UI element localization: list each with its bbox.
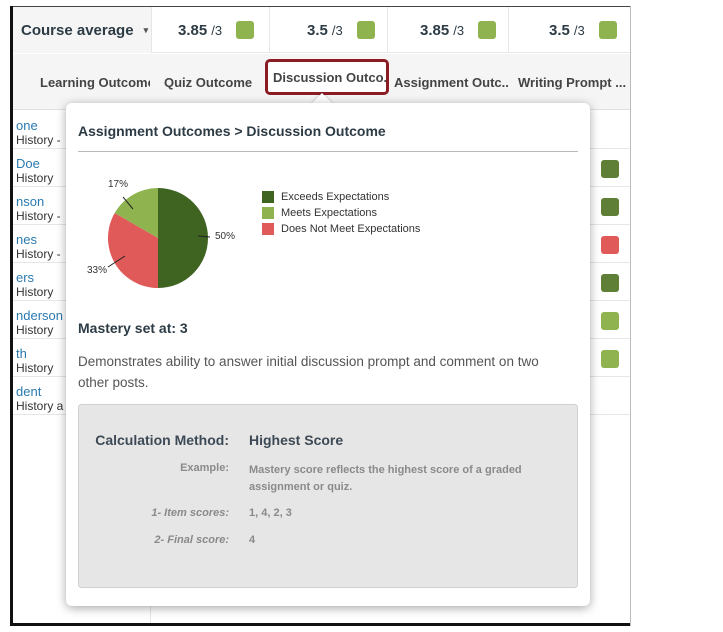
pie-label-meets: 17% [108,179,129,190]
item-scores-label: 1- Item scores: [151,507,229,519]
legend-item: Meets Expectations [262,205,420,221]
legend-item: Does Not Meet Expectations [262,221,420,237]
mastery-threshold: Mastery set at: 3 [78,320,188,336]
column-header-learning-outcome[interactable]: Learning Outcome [40,54,150,110]
course-average-score: 3.5 /3 [269,7,387,53]
legend-item: Exceeds Expectations [262,189,420,205]
example-value: Mastery score reflects the highest score… [249,464,522,493]
popover-title: Assignment Outcomes > Discussion Outcome [78,123,386,139]
frame-border [630,6,631,626]
calculation-method-box: Calculation Method: Highest Score Exampl… [78,404,578,588]
outcome-description: Demonstrates ability to answer initial d… [78,354,539,390]
legend-swatch [262,207,274,219]
mastery-indicator [601,236,619,254]
gradebook-frame: Course average ▾ 3.85 /3 3.5 /3 3.85 /3 … [0,0,723,632]
course-average-score: 3.5 /3 [508,7,630,53]
mastery-indicator [478,21,497,39]
frame-border [10,623,630,626]
course-average-score: 3.85 /3 [387,7,508,53]
course-average-row: Course average ▾ 3.85 /3 3.5 /3 3.85 /3 … [13,7,630,53]
final-score-label: 2- Final score: [154,534,229,546]
divider [78,151,578,152]
mastery-indicator [601,274,619,292]
course-average-score: 3.85 /3 [151,7,269,53]
item-scores-value: 1, 4, 2, 3 [249,507,292,519]
pie-legend: Exceeds Expectations Meets Expectations … [262,189,420,237]
final-score-value: 4 [249,534,256,546]
column-header-writing-prompt[interactable]: Writing Prompt ... [518,54,630,110]
column-header-quiz-outcome[interactable]: Quiz Outcome [164,54,264,110]
pie-label-exceeds: 50% [215,231,236,242]
mastery-indicator [598,21,617,39]
column-header-assignment-outcome[interactable]: Assignment Outc... [394,54,508,110]
mastery-indicator [236,21,255,39]
course-average-dropdown[interactable]: Course average ▾ [13,7,151,53]
outcome-details-popover: Assignment Outcomes > Discussion Outcome… [66,103,590,606]
mastery-indicator [601,198,619,216]
pie-slice-exceeds [158,188,208,288]
chevron-down-icon: ▾ [143,24,149,35]
course-average-label: Course average [21,21,134,39]
mastery-indicator [601,312,619,330]
calculation-method-value: Highest Score [249,432,344,448]
mastery-indicator [601,160,619,178]
legend-swatch [262,223,274,235]
pie-label-not-meets: 33% [87,265,108,276]
example-label: Example: [180,462,229,474]
outcome-pie-chart: 50% 17% 33% [78,173,248,293]
calculation-method-label: Calculation Method: [95,432,229,448]
mastery-indicator [356,21,375,39]
mastery-indicator [601,350,619,368]
legend-swatch [262,191,274,203]
column-header-discussion-outcome[interactable]: Discussion Outco... [265,59,389,95]
